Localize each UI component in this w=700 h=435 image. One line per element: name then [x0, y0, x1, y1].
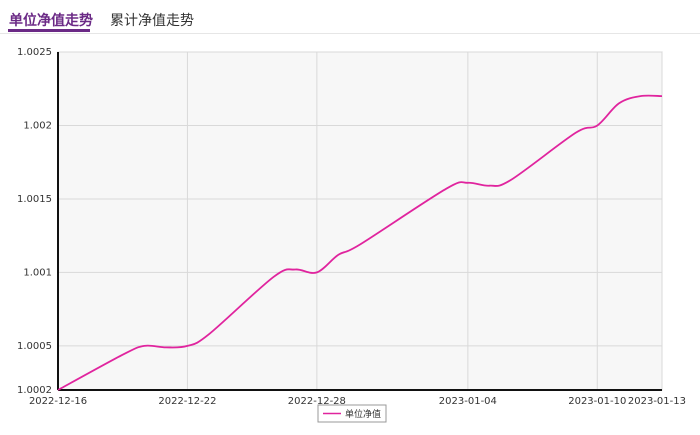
- y-tick-label: 1.002: [23, 120, 52, 131]
- y-tick-label: 1.0002: [17, 385, 52, 396]
- plot-area: [57, 51, 663, 391]
- y-tick-label: 1.0025: [17, 47, 52, 58]
- y-tick-label: 1.0005: [17, 341, 52, 352]
- nav-chart-svg: 2022-12-16 2022-12-22 2022-12-28 2023-01-04…: [17, 47, 686, 423]
- x-tick-label: 2023-01-04: [439, 396, 497, 407]
- tab-bar: 单位净值走势 累计净值走势: [0, 0, 700, 34]
- x-tick-label: 2022-12-16: [29, 396, 87, 407]
- active-tab-indicator: [8, 29, 90, 32]
- nav-chart: 2022-12-16 2022-12-22 2022-12-28 2023-01-04…: [0, 40, 700, 431]
- y-tick-label: 1.001: [23, 267, 52, 278]
- x-tick-label: 2023-01-13: [628, 396, 686, 407]
- x-tick-label: 2022-12-22: [158, 396, 216, 407]
- tab-cumulative-nav-trend[interactable]: 累计净值走势: [110, 10, 194, 30]
- y-tick-label: 1.0015: [17, 194, 52, 205]
- tab-unit-nav-trend[interactable]: 单位净值走势: [9, 10, 93, 30]
- legend-label: 单位净值: [345, 408, 381, 420]
- x-tick-label: 2023-01-10: [568, 396, 626, 407]
